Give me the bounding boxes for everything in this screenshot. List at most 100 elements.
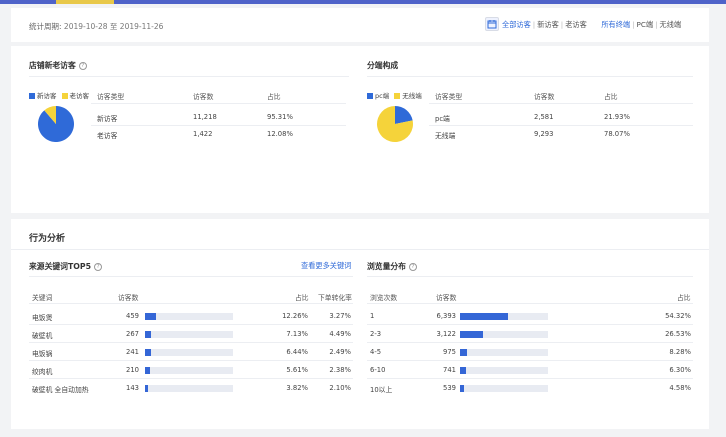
legend-swatch bbox=[61, 93, 68, 99]
legend-label: 老访客 bbox=[69, 92, 90, 100]
divider bbox=[367, 342, 693, 343]
divider bbox=[367, 303, 693, 304]
visitor-filter-0[interactable]: 全部访客 bbox=[502, 20, 531, 30]
pct-cell: 26.53% bbox=[665, 330, 691, 338]
pct-cell: 12.26% bbox=[282, 312, 308, 320]
legend-label: pc端 bbox=[375, 92, 390, 100]
row-type: 无线端 bbox=[435, 132, 456, 140]
row-pct: 21.93% bbox=[604, 113, 630, 121]
col-share: 占比 bbox=[267, 93, 281, 101]
share-bar-fill bbox=[145, 385, 149, 392]
conversion-cell: 2.10% bbox=[329, 384, 351, 392]
col-share: 占比 bbox=[295, 294, 309, 302]
device-filter-1[interactable]: PC端 bbox=[637, 20, 654, 30]
divider bbox=[91, 125, 346, 126]
device-filter-0[interactable]: 所有终端 bbox=[601, 20, 630, 30]
pct-cell: 8.28% bbox=[669, 348, 691, 356]
share-bar-track bbox=[145, 385, 233, 392]
row-type: 老访客 bbox=[97, 132, 118, 140]
divider bbox=[367, 360, 693, 361]
view-range-cell: 1 bbox=[370, 312, 375, 320]
active-tab-indicator bbox=[56, 0, 114, 4]
calendar-button[interactable] bbox=[485, 17, 499, 31]
divider bbox=[367, 76, 693, 77]
pct-cell: 6.44% bbox=[286, 348, 308, 356]
row-pct: 12.08% bbox=[267, 130, 293, 138]
legend-item: 新访客 bbox=[29, 92, 57, 100]
share-bar-fill bbox=[460, 349, 468, 356]
col-visitor-count: 访客数 bbox=[534, 93, 555, 101]
period-header-panel: 统计周期: 2019-10-28 至 2019-11-26 全部访客 | 新访客 | 老… bbox=[11, 8, 709, 42]
period-label: 统计周期: bbox=[29, 22, 62, 31]
help-icon[interactable]: ? bbox=[94, 263, 103, 271]
col-visitor-count: 访客数 bbox=[193, 93, 214, 101]
more-keywords-link[interactable]: 查看更多关键词 bbox=[301, 261, 351, 271]
col-conversion: 下单转化率 bbox=[318, 294, 352, 302]
visitor-filter-1[interactable]: 新访客 bbox=[537, 20, 559, 30]
keyword-cell: 破壁机 全自动加热 bbox=[32, 386, 89, 394]
pageviews-title: 浏览量分布? bbox=[367, 261, 417, 272]
pct-cell: 5.61% bbox=[286, 366, 308, 374]
row-type: pc端 bbox=[435, 115, 450, 123]
legend-item: 老访客 bbox=[61, 92, 90, 100]
keyword-cell: 电饭煲 bbox=[32, 314, 53, 322]
device-split-title: 分端构成 bbox=[367, 60, 398, 71]
legend-item: pc端 bbox=[367, 92, 389, 100]
divider bbox=[367, 276, 693, 277]
behavior-analysis-panel: 行为分析 来源关键词TOP5? 查看更多关键词 关键词 访客数 占比 下单转化率… bbox=[11, 219, 709, 429]
view-range-cell: 4-5 bbox=[370, 348, 382, 356]
keywords-title-text: 来源关键词TOP5 bbox=[29, 262, 92, 271]
filter-bar: 全部访客 | 新访客 | 老访客 所有终端 | PC端 | 无线端 bbox=[502, 20, 681, 30]
device-filter-2[interactable]: 无线端 bbox=[660, 20, 682, 30]
view-range-cell: 6-10 bbox=[370, 366, 386, 374]
help-icon[interactable]: ? bbox=[408, 263, 417, 271]
filter-separator: | bbox=[560, 20, 564, 29]
row-pct: 95.31% bbox=[267, 113, 293, 121]
stat-period: 统计周期: 2019-10-28 至 2019-11-26 bbox=[29, 21, 163, 32]
share-bar-track bbox=[145, 313, 233, 320]
behavior-title: 行为分析 bbox=[29, 234, 66, 244]
keywords-title: 来源关键词TOP5? bbox=[29, 261, 103, 272]
divider bbox=[29, 324, 353, 325]
visitors-cell: 143 bbox=[126, 384, 139, 392]
legend-swatch bbox=[394, 93, 401, 99]
row-count: 9,293 bbox=[534, 130, 554, 138]
share-bar-fill bbox=[145, 367, 150, 374]
top-accent-bar bbox=[0, 0, 726, 4]
legend-item: 无线端 bbox=[394, 92, 422, 100]
col-share: 占比 bbox=[604, 93, 618, 101]
help-icon[interactable]: ? bbox=[78, 62, 87, 70]
visitors-cell: 267 bbox=[126, 330, 139, 338]
share-bar-fill bbox=[145, 349, 151, 356]
divider bbox=[429, 125, 693, 126]
share-bar-fill bbox=[460, 331, 484, 338]
share-bar-track bbox=[460, 385, 548, 392]
share-bar-fill bbox=[145, 331, 152, 338]
filter-separator: | bbox=[632, 20, 635, 29]
keyword-cell: 绞肉机 bbox=[32, 368, 53, 376]
divider bbox=[29, 342, 353, 343]
divider bbox=[29, 276, 353, 277]
store-visitors-pie bbox=[38, 106, 74, 142]
date-separator: 至 bbox=[109, 22, 118, 31]
divider bbox=[29, 76, 349, 77]
pct-cell: 7.13% bbox=[286, 330, 308, 338]
conversion-cell: 2.38% bbox=[329, 366, 351, 374]
visitors-cell: 3,122 bbox=[436, 330, 456, 338]
pageviews-title-text: 浏览量分布 bbox=[367, 262, 406, 271]
row-pct: 78.07% bbox=[604, 130, 630, 138]
visitor-distribution-panel: 店铺新老访客? 新访客 老访客 访客类型 访客数 占比 新访客 11,218 95… bbox=[11, 46, 709, 213]
divider bbox=[29, 303, 353, 304]
view-range-cell: 2-3 bbox=[370, 330, 382, 338]
share-bar-track bbox=[145, 349, 233, 356]
visitor-filter-group: 全部访客 | 新访客 | 老访客 bbox=[502, 20, 587, 30]
visitors-cell: 975 bbox=[443, 348, 456, 356]
divider bbox=[429, 103, 693, 104]
calendar-icon bbox=[487, 20, 497, 29]
visitor-filter-2[interactable]: 老访客 bbox=[565, 20, 587, 30]
divider bbox=[91, 103, 346, 104]
row-count: 1,422 bbox=[193, 130, 213, 138]
legend-label: 无线端 bbox=[402, 92, 422, 100]
visitors-cell: 539 bbox=[443, 384, 456, 392]
col-view-count: 浏览次数 bbox=[370, 294, 398, 302]
